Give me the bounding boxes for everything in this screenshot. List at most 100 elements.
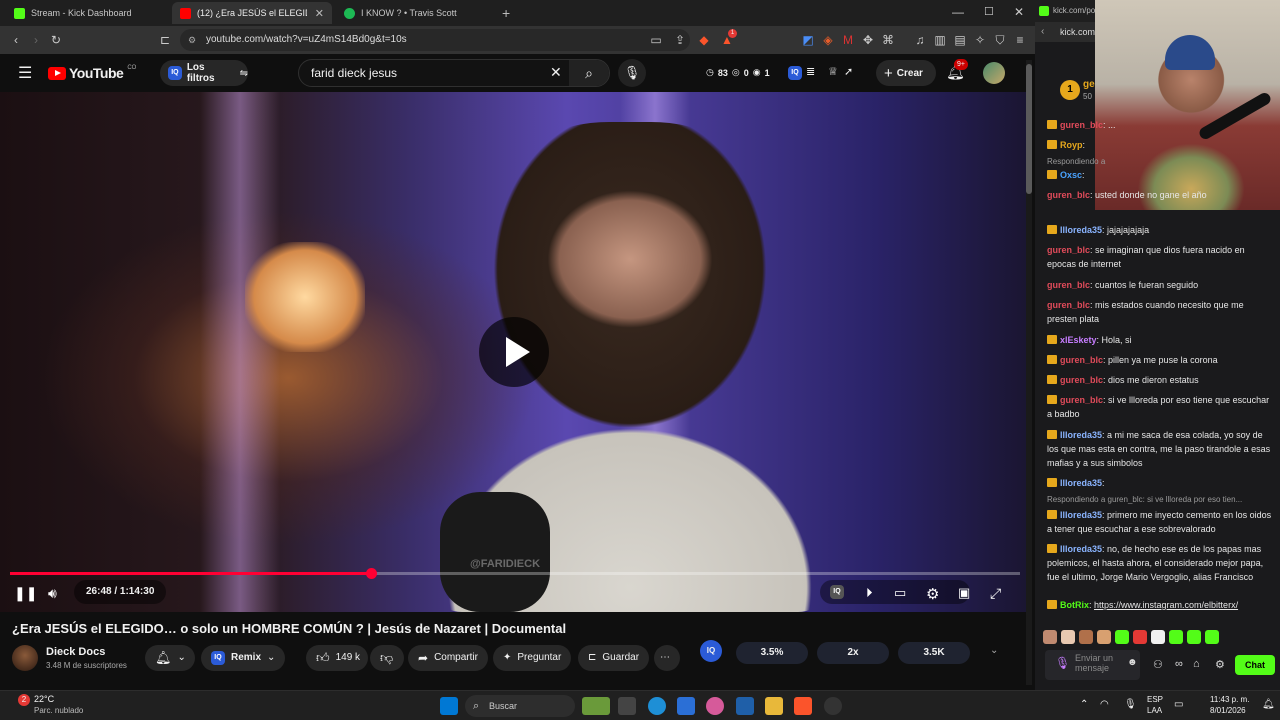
share-icon[interactable]: ⇪: [672, 32, 688, 48]
close-tab-icon[interactable]: ✕: [315, 7, 324, 20]
dislike-button[interactable]: 👎︎: [370, 645, 404, 671]
chat-username[interactable]: guren_blc: [1047, 245, 1090, 255]
chat-username[interactable]: llloreda35: [1060, 225, 1102, 235]
brave-browser-icon[interactable]: [794, 697, 812, 715]
screenshot-icon[interactable]: ⌘: [880, 32, 896, 48]
obs-icon[interactable]: [824, 697, 842, 715]
progress-bar[interactable]: [10, 568, 1020, 579]
reload-icon[interactable]: ↻: [48, 32, 64, 48]
iq-player-icon[interactable]: IQ: [830, 585, 844, 599]
trophy-icon[interactable]: ♕: [828, 65, 838, 78]
subscription-bell-button[interactable]: 🔔︎ ⌄: [145, 645, 195, 671]
chat-username[interactable]: guren_blc: [1047, 280, 1090, 290]
back-icon[interactable]: ‹: [1041, 22, 1044, 42]
emote-icon[interactable]: [1115, 630, 1129, 644]
ask-button[interactable]: ✦ Preguntar: [493, 645, 572, 671]
chat-username[interactable]: guren_blc: [1060, 120, 1103, 130]
extension-m-icon[interactable]: M: [840, 32, 856, 48]
chat-input[interactable]: 🎙 Enviar un mensaje ☻: [1045, 650, 1140, 680]
vpn-icon[interactable]: ⛉: [992, 32, 1008, 48]
network-icon[interactable]: ▭: [1174, 699, 1183, 710]
install-app-icon[interactable]: ▭: [648, 32, 664, 48]
emote-icon[interactable]: [1079, 630, 1093, 644]
autoplay-toggle-icon[interactable]: ⏵: [866, 585, 873, 601]
emote-icon[interactable]: [1187, 630, 1201, 644]
chat-send-button[interactable]: Chat: [1235, 655, 1275, 675]
clock-time[interactable]: 11:43 p. m.: [1210, 695, 1249, 704]
chevron-down-icon[interactable]: ⌄: [990, 645, 998, 656]
store-icon[interactable]: [736, 697, 754, 715]
channel-name[interactable]: Dieck Docs: [46, 646, 105, 658]
emoji-icon[interactable]: ☻: [1127, 658, 1138, 668]
mic-icon[interactable]: 🎙: [1055, 657, 1070, 669]
tray-chevron-icon[interactable]: ⌃: [1080, 699, 1088, 710]
media-icon[interactable]: ♫: [912, 32, 928, 48]
video-player[interactable]: @FARIDIECK ❚❚ 🔊︎ 26:48 / 1:14:30 IQ ⏵ ▭ …: [0, 92, 1030, 612]
scrollbar-thumb[interactable]: [1026, 64, 1032, 194]
notification-center-icon[interactable]: 🔔︎: [1262, 699, 1275, 710]
rocket-icon[interactable]: ➚: [844, 65, 853, 78]
big-play-button[interactable]: [479, 317, 549, 387]
voice-search-icon[interactable]: 🎙: [618, 59, 646, 87]
share-button[interactable]: ➦ Compartir: [408, 645, 488, 671]
emote-icon[interactable]: [1133, 630, 1147, 644]
iq-extension-icon[interactable]: IQ: [788, 66, 802, 80]
file-explorer-icon[interactable]: [765, 697, 783, 715]
app-icon[interactable]: [677, 697, 695, 715]
chat-username[interactable]: guren_blc: [1060, 355, 1103, 365]
chat-username[interactable]: xlEskety: [1060, 335, 1097, 345]
search-box[interactable]: farid dieck jesus ✕ ⌕: [298, 59, 610, 87]
pause-icon[interactable]: ❚❚: [14, 585, 37, 602]
chat-username[interactable]: BotRix: [1060, 600, 1089, 610]
taskbar-search[interactable]: ⌕ Buscar: [465, 695, 575, 717]
search-input[interactable]: farid dieck jesus: [311, 66, 397, 80]
clear-search-icon[interactable]: ✕: [550, 64, 562, 81]
url-field[interactable]: ⚙ youtube.com/watch?v=uZ4mS14Bd0g&t=10s: [180, 29, 690, 51]
fullscreen-icon[interactable]: ⤢: [990, 585, 1001, 602]
emote-icon[interactable]: [1061, 630, 1075, 644]
wifi-icon[interactable]: ◠: [1100, 699, 1109, 710]
like-button[interactable]: 👍︎ 149 k: [306, 645, 368, 671]
store-icon[interactable]: ⌂: [1193, 658, 1200, 670]
minimize-button[interactable]: —: [952, 5, 964, 19]
maximize-button[interactable]: ☐: [984, 5, 994, 18]
iq-logo-icon[interactable]: IQ: [700, 640, 722, 662]
chat-username[interactable]: llloreda35: [1060, 510, 1102, 520]
emote-icon[interactable]: [1151, 630, 1165, 644]
lang-primary[interactable]: ESP: [1147, 695, 1163, 704]
extension-icon[interactable]: ◈: [820, 32, 836, 48]
sidebar-icon[interactable]: ▥: [932, 32, 948, 48]
save-button[interactable]: ⊏ Guardar: [578, 645, 650, 671]
miniplayer-icon[interactable]: ▣: [958, 585, 970, 601]
forward-icon[interactable]: ›: [28, 32, 44, 48]
emote-icon[interactable]: [1043, 630, 1057, 644]
start-windows-icon[interactable]: [440, 697, 458, 715]
tab-spotify[interactable]: I KNOW ? • Travis Scott: [336, 2, 500, 24]
chat-username[interactable]: guren_blc: [1047, 190, 1090, 200]
filters-button[interactable]: IQ Los filtros ⇋: [160, 60, 248, 86]
account-avatar[interactable]: [983, 62, 1005, 84]
copilot-icon[interactable]: [706, 697, 724, 715]
weather-temp[interactable]: 22°C: [34, 694, 54, 704]
chat-username[interactable]: guren_blc: [1060, 375, 1103, 385]
more-actions-button[interactable]: ⋯: [654, 645, 680, 671]
brave-shield-icon[interactable]: ◆: [696, 32, 712, 48]
emote-icon[interactable]: [1169, 630, 1183, 644]
emote-icon[interactable]: [1097, 630, 1111, 644]
mic-tray-icon[interactable]: 🎙: [1124, 699, 1137, 710]
search-icon[interactable]: ⌕: [569, 60, 609, 86]
widgets-icon[interactable]: [582, 697, 610, 715]
wallet-icon[interactable]: ▤: [952, 32, 968, 48]
subtitles-icon[interactable]: ▭: [894, 585, 906, 601]
chat-username[interactable]: Oxsc: [1060, 170, 1082, 180]
progress-scrubber[interactable]: [365, 568, 377, 579]
chat-username[interactable]: guren_blc: [1047, 300, 1090, 310]
tab-youtube-video[interactable]: (12) ¿Era JESÚS el ELEGIDO... ✕: [172, 2, 332, 24]
edge-icon[interactable]: [648, 697, 666, 715]
chat-username[interactable]: llloreda35: [1060, 544, 1102, 554]
infinity-icon[interactable]: ∞: [1175, 658, 1183, 670]
chat-username[interactable]: guren_blc: [1060, 395, 1103, 405]
users-icon[interactable]: ⚇: [1153, 658, 1163, 671]
settings-gear-icon[interactable]: ⚙: [926, 585, 939, 603]
channel-avatar[interactable]: [12, 645, 38, 671]
